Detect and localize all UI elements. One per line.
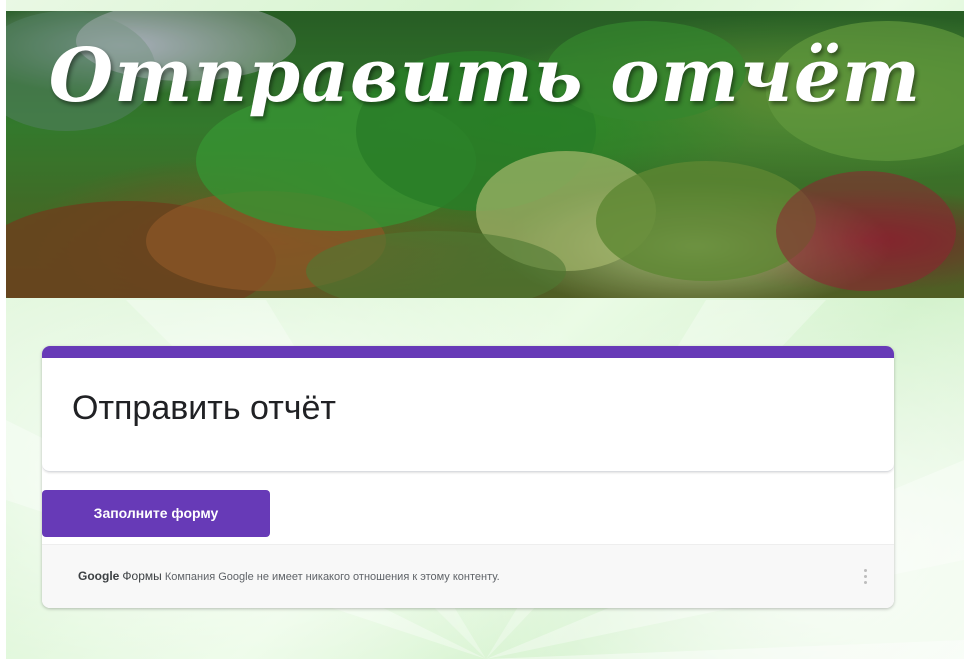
footer-disclaimer: Компания Google не имеет никакого отноше… — [164, 571, 500, 583]
banner-title: Отправить отчёт — [48, 33, 922, 119]
form-footer: Google Формы Компания Google не имеет ни… — [42, 544, 894, 608]
card-accent-bar — [42, 346, 894, 358]
fill-form-button[interactable]: Заполните форму — [42, 490, 270, 537]
header-banner: Отправить отчёт — [6, 11, 964, 298]
footer-text: Google Формы Компания Google не имеет ни… — [78, 569, 500, 583]
footer-brand[interactable]: Google — [78, 569, 119, 583]
form-title-section: Отправить отчёт — [42, 358, 894, 472]
form-card: Отправить отчёт Заполните форму Google Ф… — [42, 346, 894, 608]
page-background: Отправить отчёт Отправить отчёт Заполнит… — [6, 0, 964, 659]
footer-product[interactable]: Формы — [122, 569, 161, 583]
form-title: Отправить отчёт — [72, 389, 336, 427]
more-vert-icon[interactable] — [860, 567, 870, 589]
